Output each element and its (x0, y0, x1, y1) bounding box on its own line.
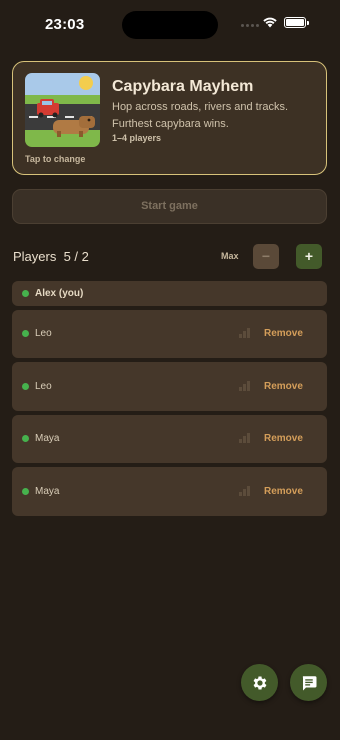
player-name: Leo (35, 328, 52, 339)
game-selector-card[interactable]: Tap to change Capybara Mayhem Hop across… (12, 61, 327, 175)
player-name: Alex (you) (35, 288, 84, 299)
signal-strength-icon (239, 381, 250, 391)
player-row: Leo Remove (12, 310, 327, 358)
remove-player-button[interactable]: Remove (264, 328, 303, 339)
remove-player-button[interactable]: Remove (264, 486, 303, 497)
gear-icon (253, 675, 266, 690)
players-count: 5 / 2 (63, 249, 89, 264)
tap-to-change-hint: Tap to change (25, 154, 86, 164)
game-thumbnail (25, 73, 100, 147)
signal-strength-icon (239, 433, 250, 443)
player-name: Maya (35, 486, 60, 497)
player-row: Maya Remove (12, 467, 327, 516)
player-row-self: Alex (you) (12, 281, 327, 306)
signal-strength-icon (239, 328, 250, 338)
increase-max-button[interactable]: + (296, 244, 322, 269)
max-players-label: Max (221, 251, 239, 261)
players-title: Players (13, 249, 57, 264)
online-status-dot (22, 435, 29, 442)
online-status-dot (22, 330, 29, 337)
online-status-dot (22, 488, 29, 495)
online-status-dot (22, 383, 29, 390)
online-status-dot (22, 290, 29, 297)
game-player-range: 1–4 players (112, 133, 162, 143)
game-title: Capybara Mayhem (112, 78, 254, 95)
dynamic-island (122, 11, 218, 39)
remove-player-button[interactable]: Remove (264, 433, 303, 444)
status-bar: 23:03 (0, 0, 340, 50)
player-name: Leo (35, 381, 52, 392)
signal-strength-icon (239, 486, 250, 496)
game-description: Hop across roads, rivers and tracks. Fur… (112, 101, 289, 130)
wifi-icon (263, 17, 277, 28)
chat-icon (302, 675, 316, 690)
chat-button[interactable] (290, 664, 327, 701)
decrease-max-button[interactable]: − (253, 244, 279, 269)
player-row: Leo Remove (12, 362, 327, 411)
remove-player-button[interactable]: Remove (264, 381, 303, 392)
players-heading: Players 5 / 2 (13, 249, 89, 264)
signal-icon (241, 24, 259, 27)
start-game-button[interactable]: Start game (12, 189, 327, 224)
player-name: Maya (35, 433, 60, 444)
player-row: Maya Remove (12, 415, 327, 463)
settings-button[interactable] (241, 664, 278, 701)
status-time: 23:03 (45, 16, 85, 33)
battery-icon (284, 17, 309, 28)
